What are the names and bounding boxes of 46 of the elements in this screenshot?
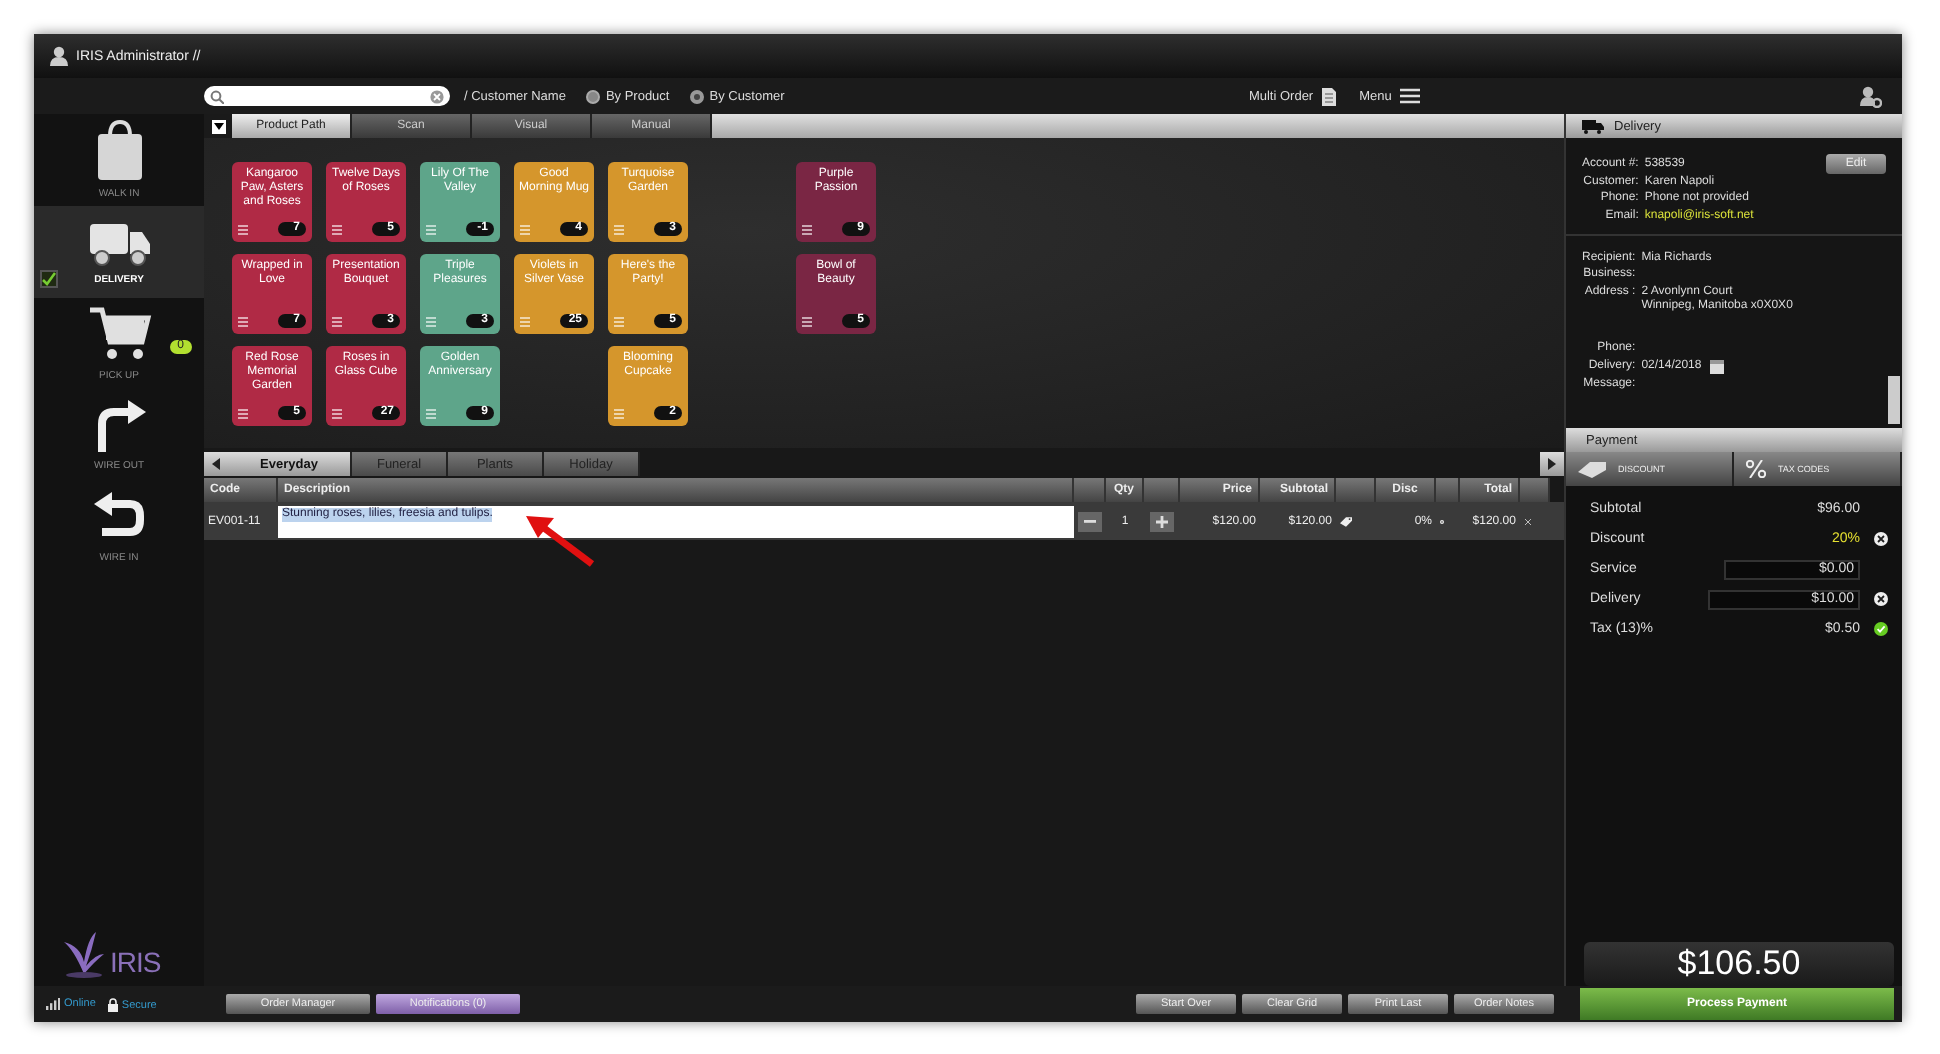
menu-icon (1399, 88, 1420, 104)
price-tag-icon[interactable] (1336, 513, 1356, 529)
list-icon[interactable] (802, 315, 812, 327)
order-total: $106.50 (1584, 942, 1894, 986)
clear-icon[interactable] (430, 89, 444, 103)
lock-icon (107, 997, 118, 1011)
filter-icon[interactable] (211, 119, 225, 133)
shopping-bag-icon (95, 120, 143, 180)
minus-icon (1084, 519, 1096, 523)
list-icon[interactable] (332, 407, 342, 419)
shopping-cart-icon (87, 306, 151, 362)
calendar-icon[interactable] (1709, 359, 1724, 373)
remove-icon[interactable] (1520, 513, 1536, 529)
clear-discount-icon[interactable] (1436, 515, 1448, 527)
remove-icon[interactable] (1874, 532, 1888, 546)
remove-icon[interactable] (1874, 592, 1888, 606)
list-icon[interactable] (802, 223, 812, 235)
scroll-left-button[interactable] (204, 452, 228, 476)
logo-text: IRIS (110, 946, 161, 978)
list-icon[interactable] (238, 223, 248, 235)
arrow-annotation (520, 510, 600, 570)
price-tag-icon (1578, 461, 1606, 477)
left-arrow-icon (212, 458, 220, 470)
list-icon[interactable] (332, 315, 342, 327)
percent-icon (1746, 460, 1766, 478)
signal-icon (46, 998, 60, 1010)
list-icon[interactable] (238, 407, 248, 419)
list-icon[interactable] (238, 315, 248, 327)
list-icon[interactable] (332, 223, 342, 235)
search-icon (210, 89, 224, 103)
forward-arrow-icon (93, 400, 145, 452)
document-icon (1321, 87, 1336, 105)
decrease-button[interactable] (1078, 511, 1102, 531)
truck-icon (87, 218, 151, 266)
user-icon (50, 46, 68, 66)
search-field[interactable] (204, 86, 450, 106)
scroll-right-button[interactable] (1540, 452, 1564, 476)
increase-button[interactable] (1150, 511, 1174, 531)
plus-icon (1156, 515, 1168, 527)
user-settings-icon[interactable] (1860, 85, 1883, 107)
scrollbar[interactable] (1888, 376, 1900, 424)
checkmark-icon (42, 272, 56, 286)
truck-icon (1582, 119, 1604, 133)
right-arrow-icon (1548, 458, 1556, 470)
checkbox[interactable] (40, 270, 58, 288)
flower-logo-icon (62, 930, 106, 978)
